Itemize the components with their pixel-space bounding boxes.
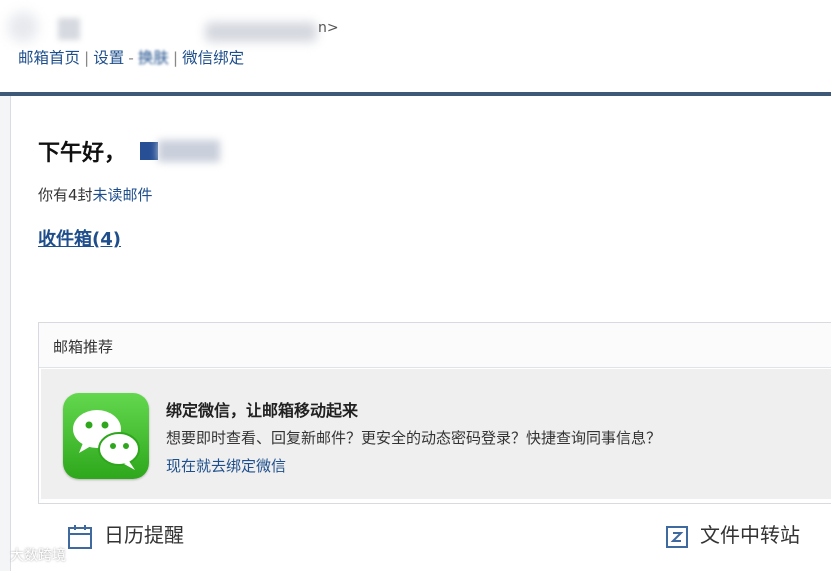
redacted-block	[58, 18, 80, 40]
calendar-reminder-button[interactable]: 日历提醒	[66, 519, 184, 551]
calendar-icon	[68, 524, 92, 549]
nav-wechat-bind[interactable]: 微信绑定	[182, 49, 244, 67]
file-transfer-button[interactable]: 文件中转站	[664, 519, 800, 550]
unread-mail-link[interactable]: 未读邮件	[93, 186, 153, 204]
bind-wechat-link[interactable]: 现在就去绑定微信	[166, 455, 286, 476]
top-header: n> 邮箱首页 | 设置 - 换肤 | 微信绑定	[0, 0, 831, 92]
header-divider	[0, 92, 831, 96]
nav-separator: |	[84, 49, 90, 67]
recommend-heading: 绑定微信，让邮箱移动起来	[166, 401, 359, 420]
account-email-redacted	[205, 22, 317, 42]
left-edge	[0, 96, 11, 571]
wechat-icon[interactable]	[63, 393, 149, 479]
logo-blurred	[8, 12, 38, 42]
recommend-description: 想要即时查看、回复新邮件？更安全的动态密码登录？快捷查询同事信息？	[166, 429, 662, 447]
recommend-title: 邮箱推荐	[53, 338, 114, 356]
unread-count-text: 你有4封	[38, 186, 93, 204]
inbox-link[interactable]: 收件箱(4)	[38, 225, 121, 251]
nav-skin[interactable]: 换肤	[138, 49, 169, 67]
watermark: 大数跨境	[10, 548, 66, 564]
calendar-reminder-label: 日历提醒	[104, 523, 184, 547]
user-name-redacted	[140, 140, 222, 162]
nav-settings[interactable]: 设置	[93, 49, 124, 67]
file-transfer-icon	[666, 525, 688, 548]
unread-summary: 你有4封未读邮件	[38, 184, 153, 205]
recommend-header: 邮箱推荐	[39, 323, 831, 368]
nav-separator: |	[172, 49, 179, 67]
mailbox-recommend-panel: 邮箱推荐 绑定微信，让邮箱移动起来 想要即时查看、回复新邮件？更安全的动态密码登…	[38, 322, 831, 504]
account-email-tail: n>	[318, 20, 339, 36]
nav-mail-home[interactable]: 邮箱首页	[18, 49, 80, 67]
top-nav: 邮箱首页 | 设置 - 换肤 | 微信绑定	[18, 46, 244, 68]
nav-separator: -	[128, 49, 134, 67]
file-transfer-label: 文件中转站	[700, 523, 800, 547]
recommend-body: 绑定微信，让邮箱移动起来 想要即时查看、回复新邮件？更安全的动态密码登录？快捷查…	[41, 369, 831, 499]
greeting: 下午好，	[38, 141, 127, 166]
